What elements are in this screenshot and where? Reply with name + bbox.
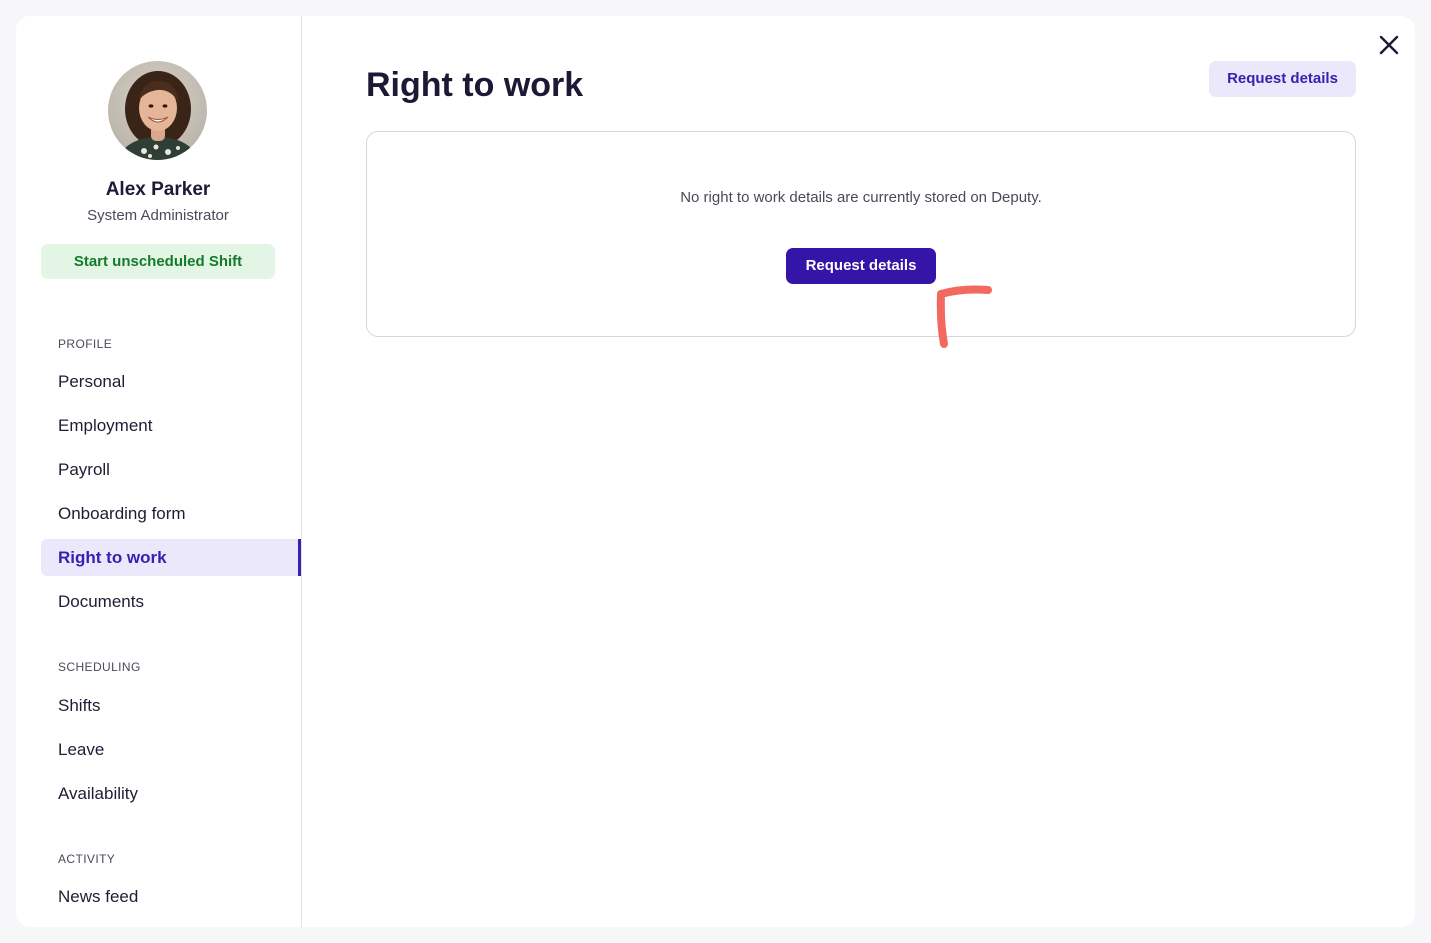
page-title: Right to work (366, 66, 584, 104)
profile-sidebar: Alex Parker System Administrator Start u… (16, 16, 302, 927)
empty-state-card: No right to work details are currently s… (366, 131, 1356, 337)
close-button[interactable] (1378, 34, 1400, 56)
sidebar-item-news-feed[interactable]: News feed (41, 878, 301, 915)
sidebar-item-employment[interactable]: Employment (41, 407, 301, 444)
sidebar-item-leave[interactable]: Leave (41, 731, 301, 768)
user-name: Alex Parker (105, 179, 211, 200)
sidebar-item-availability[interactable]: Availability (41, 775, 301, 812)
annotation-mark (936, 285, 992, 348)
empty-state-message: No right to work details are currently s… (680, 189, 1042, 206)
request-details-button[interactable]: Request details (786, 248, 936, 284)
profile-modal: Alex Parker System Administrator Start u… (16, 16, 1415, 927)
user-portrait-icon (108, 61, 207, 160)
sidebar-item-onboarding-form[interactable]: Onboarding form (41, 495, 301, 532)
avatar (108, 61, 207, 160)
sidebar-item-shifts[interactable]: Shifts (41, 687, 301, 724)
sidebar-item-documents[interactable]: Documents (41, 583, 301, 620)
start-unscheduled-shift-button[interactable]: Start unscheduled Shift (41, 244, 275, 279)
user-role: System Administrator (87, 207, 229, 224)
sidebar-item-right-to-work[interactable]: Right to work (41, 539, 301, 576)
close-icon (1379, 35, 1399, 55)
section-header-scheduling: SCHEDULING (58, 660, 141, 674)
sidebar-item-personal[interactable]: Personal (41, 363, 301, 400)
sidebar-item-payroll[interactable]: Payroll (41, 451, 301, 488)
section-header-profile: PROFILE (58, 337, 113, 351)
section-header-activity: ACTIVITY (58, 852, 116, 866)
header-request-details-button[interactable]: Request details (1209, 61, 1356, 97)
